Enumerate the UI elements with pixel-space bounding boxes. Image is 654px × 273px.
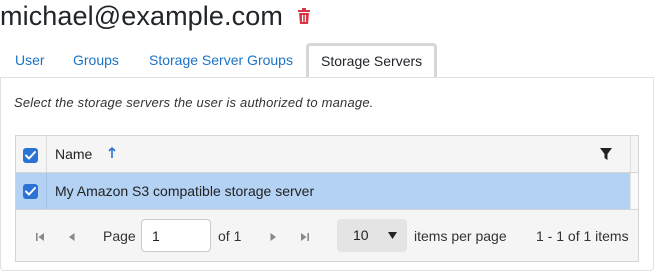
tab-storage-servers[interactable]: Storage Servers <box>306 43 438 78</box>
row-check-cell <box>16 173 47 209</box>
table-row[interactable]: My Amazon S3 compatible storage server <box>16 173 630 209</box>
page-label: Page <box>103 228 136 244</box>
page-number-input[interactable] <box>141 219 211 252</box>
items-per-page-label: items per page <box>414 228 507 244</box>
filter-icon[interactable] <box>599 147 613 161</box>
first-page-icon[interactable] <box>34 230 46 242</box>
page-size-select[interactable]: 10 <box>337 219 407 252</box>
vertical-scrollbar[interactable] <box>630 173 638 209</box>
tab-user[interactable]: User <box>15 43 45 78</box>
tab-storage-server-groups[interactable]: Storage Server Groups <box>149 43 293 78</box>
previous-page-icon[interactable] <box>66 230 78 242</box>
last-page-icon[interactable] <box>299 230 311 242</box>
next-page-icon[interactable] <box>267 230 279 242</box>
select-all-checkbox[interactable] <box>23 148 38 163</box>
trash-icon[interactable] <box>297 8 311 24</box>
select-all-cell <box>16 136 47 172</box>
page-header: michael@example.com <box>0 0 311 34</box>
header-scroll-spacer <box>630 136 638 172</box>
row-name-cell: My Amazon S3 compatible storage server <box>55 183 315 199</box>
tab-groups[interactable]: Groups <box>73 43 119 78</box>
storage-servers-grid: Name My Amazon S3 compatible storage ser… <box>15 135 639 262</box>
tab-bar: User Groups Storage Server Groups Storag… <box>0 43 654 78</box>
page-size-value: 10 <box>353 227 369 243</box>
sort-ascending-icon[interactable] <box>107 146 117 161</box>
check-icon <box>25 151 36 160</box>
user-email-title: michael@example.com <box>0 0 283 31</box>
column-header-name[interactable]: Name <box>55 136 92 173</box>
check-icon <box>25 187 36 196</box>
chevron-down-icon <box>388 232 397 239</box>
page-count-label: of 1 <box>218 228 242 244</box>
grid-pager: Page of 1 10 items per page 1 - 1 of 1 i… <box>16 209 638 261</box>
row-checkbox[interactable] <box>23 184 38 199</box>
grid-header: Name <box>16 136 638 173</box>
instruction-text: Select the storage servers the user is a… <box>14 95 374 110</box>
pager-range-info: 1 - 1 of 1 items <box>536 228 629 244</box>
